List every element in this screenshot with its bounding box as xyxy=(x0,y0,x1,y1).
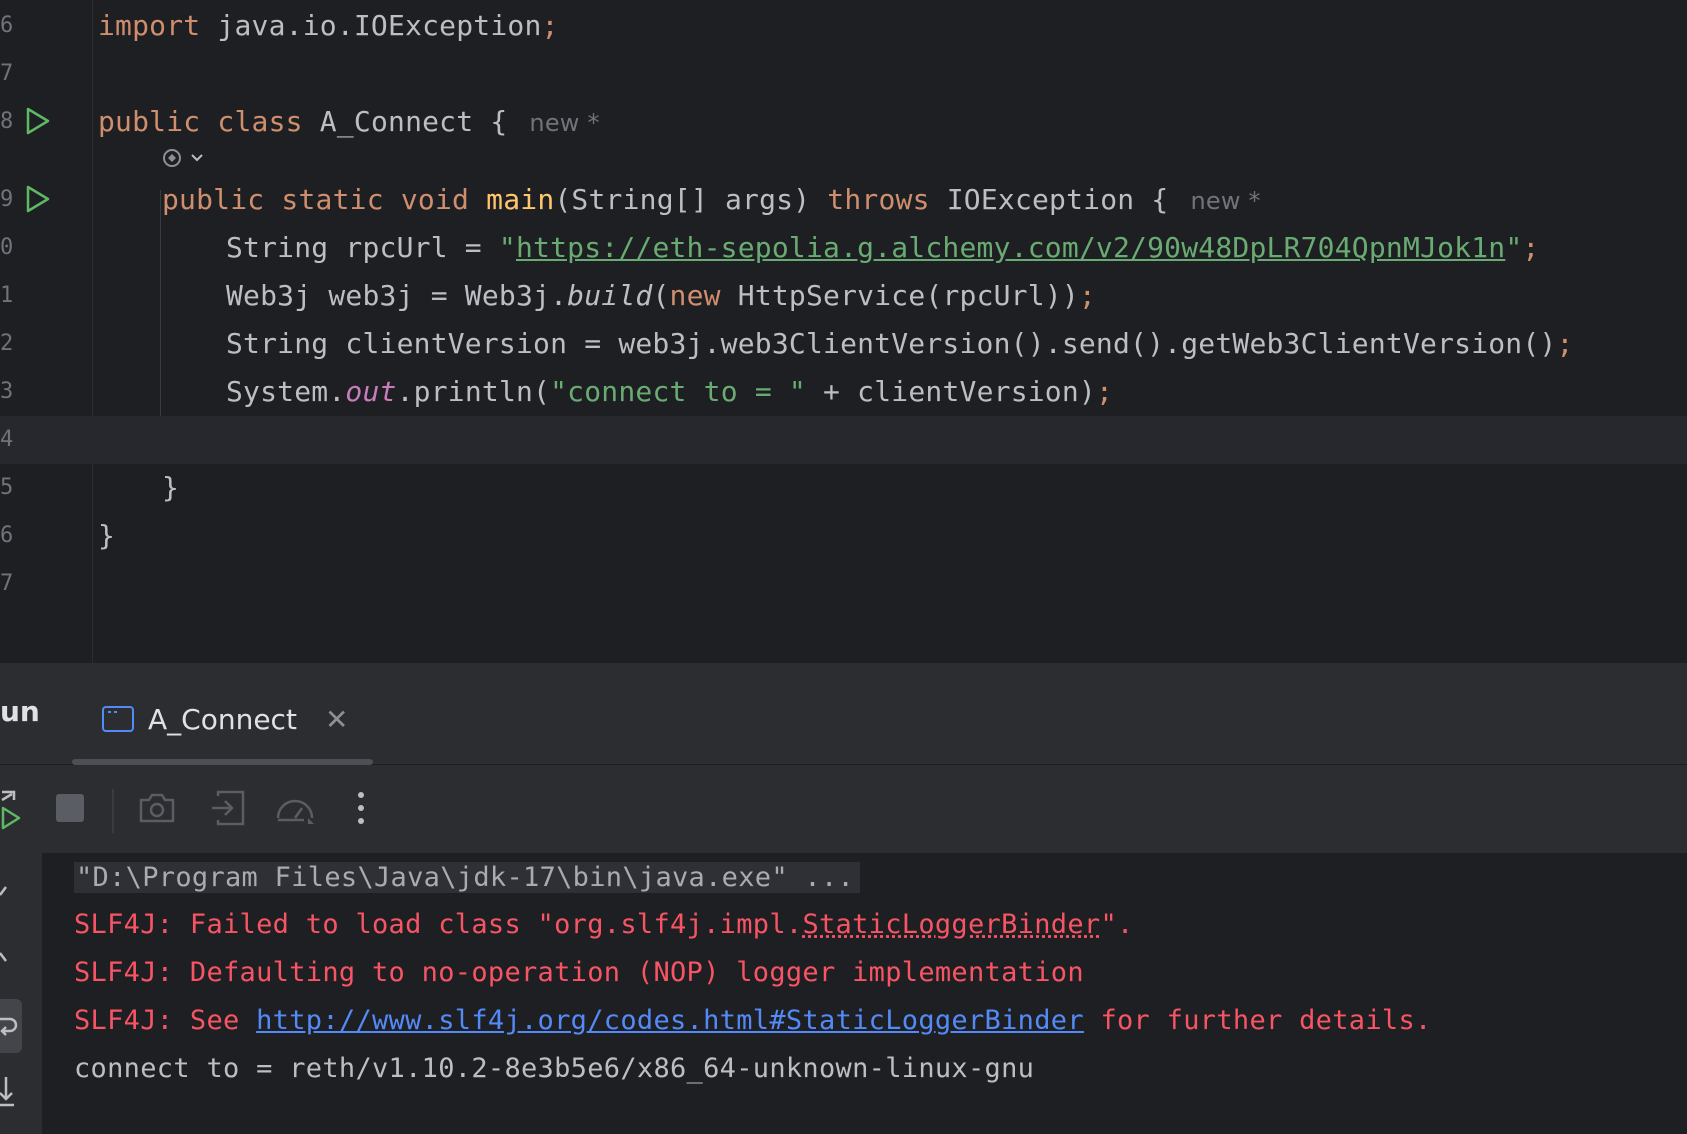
main-method-declaration: public static void main(String[] args) t… xyxy=(162,183,1261,216)
class-close-brace: } xyxy=(98,519,116,552)
console-output[interactable]: "D:\Program Files\Java\jdk-17\bin\java.e… xyxy=(42,853,1687,1134)
line-number: 1 xyxy=(0,283,14,308)
line-number: 9 xyxy=(0,187,14,212)
console-line: SLF4J: Failed to load class "org.slf4j.i… xyxy=(74,909,1134,940)
client-version-statement: String clientVersion = web3j.web3ClientV… xyxy=(226,327,1574,360)
scroll-down-icon[interactable] xyxy=(0,949,14,969)
tab-a-connect[interactable]: A_Connect ✕ xyxy=(102,689,348,749)
rerun-icon[interactable] xyxy=(0,785,26,831)
line-number: 8 xyxy=(0,109,14,134)
tab-label: A_Connect xyxy=(148,702,297,736)
code-line[interactable]: 6 import java.io.IOException; xyxy=(0,2,1687,50)
code-line[interactable]: 8 public class A_Connect {new * xyxy=(0,98,1687,146)
println-statement: System.out.println("connect to = " + cli… xyxy=(226,375,1114,408)
code-line[interactable]: 7 xyxy=(0,50,1687,98)
run-command[interactable]: "D:\Program Files\Java\jdk-17\bin\java.e… xyxy=(74,862,861,893)
code-line[interactable]: 9 public static void main(String[] args)… xyxy=(0,176,1687,224)
profiler-icon[interactable] xyxy=(274,785,316,831)
soft-wrap-icon[interactable] xyxy=(0,999,22,1053)
usage-hint: new * xyxy=(529,109,600,137)
line-number: 3 xyxy=(0,379,14,404)
rpc-url-statement: String rpcUrl = "https://eth-sepolia.g.a… xyxy=(226,231,1540,264)
code-line[interactable]: 0 String rpcUrl = "https://eth-sepolia.g… xyxy=(0,224,1687,272)
scroll-up-icon[interactable] xyxy=(0,883,14,903)
run-window-title: un xyxy=(0,695,40,728)
code-line[interactable]: 5 } xyxy=(0,464,1687,512)
run-toolbar xyxy=(0,765,1687,854)
code-line[interactable]: 2 String clientVersion = web3j.web3Clien… xyxy=(0,320,1687,368)
line-number: 6 xyxy=(0,13,14,38)
run-gutter-icon[interactable] xyxy=(22,184,52,214)
more-icon[interactable] xyxy=(354,785,368,831)
method-close-brace: } xyxy=(162,471,180,504)
line-number: 7 xyxy=(0,571,14,596)
run-gutter-icon[interactable] xyxy=(22,106,52,136)
ai-assist-icon[interactable] xyxy=(160,146,204,176)
run-tab-bar: un A_Connect ✕ xyxy=(0,663,1687,765)
line-number: 5 xyxy=(0,475,14,500)
usage-hint: new * xyxy=(1190,187,1261,215)
web3j-build-statement: Web3j web3j = Web3j.build(new HttpServic… xyxy=(226,279,1096,312)
screenshot-icon[interactable] xyxy=(138,785,176,831)
console-line: SLF4J: Defaulting to no-operation (NOP) … xyxy=(74,957,1084,988)
close-icon[interactable]: ✕ xyxy=(325,703,348,736)
console-line: "D:\Program Files\Java\jdk-17\bin\java.e… xyxy=(74,861,861,895)
restore-layout-icon[interactable] xyxy=(210,785,246,831)
line-number: 2 xyxy=(0,331,14,356)
line-number: 6 xyxy=(0,523,14,548)
class-declaration: public class A_Connect {new * xyxy=(98,105,600,138)
line-number: 4 xyxy=(0,427,14,452)
console-tab-icon xyxy=(102,706,134,732)
scroll-end-icon[interactable] xyxy=(0,1075,22,1113)
console-line: SLF4J: See http://www.slf4j.org/codes.ht… xyxy=(74,1005,1432,1036)
stop-icon[interactable] xyxy=(54,785,86,831)
slf4j-docs-link[interactable]: http://www.slf4j.org/codes.html#StaticLo… xyxy=(256,1005,1084,1036)
current-code-line[interactable]: 4 xyxy=(0,416,1687,464)
import-statement: import java.io.IOException; xyxy=(98,9,559,42)
code-line[interactable]: 1 Web3j web3j = Web3j.build(new HttpServ… xyxy=(0,272,1687,320)
console-line: connect to = reth/v1.10.2-8e3b5e6/x86_64… xyxy=(74,1053,1035,1084)
rpc-url-link[interactable]: https://eth-sepolia.g.alchemy.com/v2/90w… xyxy=(516,231,1505,264)
code-line[interactable]: 3 System.out.println("connect to = " + c… xyxy=(0,368,1687,416)
code-line[interactable]: 6 } xyxy=(0,512,1687,560)
code-line[interactable]: 7 xyxy=(0,560,1687,608)
console-side-toolbar xyxy=(0,853,42,1134)
run-tool-window: un A_Connect ✕ "D:\Program Files\Java\jd… xyxy=(0,663,1687,1134)
code-editor[interactable]: 6 import java.io.IOException; 7 8 public… xyxy=(0,0,1687,663)
toolbar-separator xyxy=(112,789,114,833)
line-number: 0 xyxy=(0,235,14,260)
line-number: 7 xyxy=(0,61,14,86)
